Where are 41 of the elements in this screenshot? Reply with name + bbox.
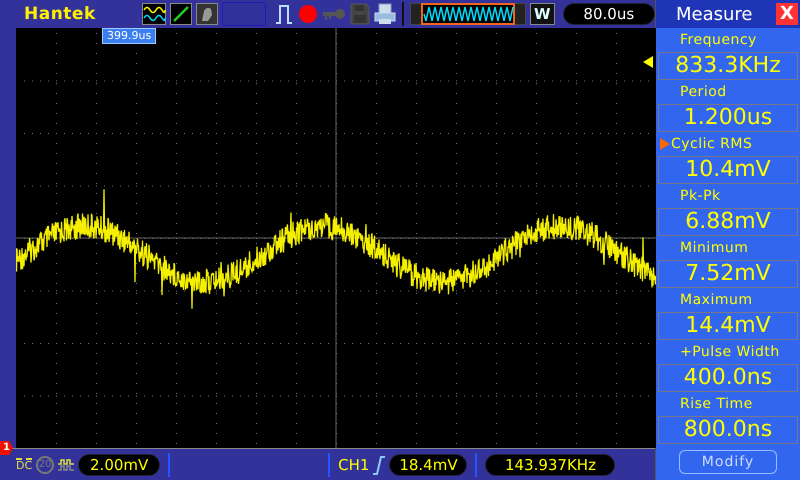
measurement-value: 400.0ns [658, 364, 798, 392]
measurement-value: 6.88mV [658, 208, 798, 236]
measurement-label[interactable]: Pk-Pk [680, 188, 721, 204]
rising-edge-icon [373, 454, 386, 474]
timebase-readout: 80.0us [562, 3, 656, 25]
measurement-label[interactable]: Minimum [680, 240, 748, 256]
measurement-value: 14.4mV [658, 312, 798, 340]
trigger-level-icon[interactable] [643, 56, 653, 68]
pulse-icon[interactable] [274, 3, 294, 25]
measurement-label[interactable]: Cyclic RMS [671, 136, 752, 152]
measurement-label[interactable]: Frequency [680, 32, 757, 48]
volts-div-readout: 2.00mV [78, 454, 160, 476]
measurement-label[interactable]: +Pulse Width [680, 344, 780, 360]
trigger-source-label: CH1 [338, 456, 370, 474]
measurement-label[interactable]: Maximum [680, 292, 752, 308]
line-icon[interactable] [170, 3, 192, 25]
dual-wave-icon[interactable] [142, 3, 166, 25]
persistence-icon[interactable] [196, 3, 218, 25]
frequency-readout: 143.937KHz [485, 454, 616, 476]
channel-marker: 1 [0, 441, 13, 455]
stop-dot-icon[interactable] [298, 4, 318, 24]
measurement-value: 833.3KHz [658, 52, 798, 80]
panel-title: Measure [676, 4, 752, 24]
trigger-level-readout: 18.4mV [389, 454, 468, 476]
printer-icon[interactable] [374, 3, 396, 25]
square-wave-icon [58, 458, 74, 470]
brand-logo: Hantek [24, 4, 97, 24]
measurement-label[interactable]: Rise Time [680, 396, 753, 412]
waveform-mode-label: W [530, 3, 555, 25]
coupling-label: DC [16, 458, 32, 472]
bandwidth-limit-icon: 20 [36, 456, 54, 474]
measurement-value: 800.0ns [658, 416, 798, 444]
measurement-label[interactable]: Period [680, 84, 727, 100]
measurement-value: 10.4mV [658, 156, 798, 184]
key-icon [322, 7, 346, 21]
measurement-value: 7.52mV [658, 260, 798, 288]
measurement-value: 1.200us [658, 104, 798, 132]
close-button[interactable]: X [776, 3, 798, 25]
modify-button[interactable]: Modify [679, 450, 777, 474]
floppy-icon [350, 3, 370, 25]
trigger-position-marker[interactable]: 399.9us [102, 28, 156, 44]
